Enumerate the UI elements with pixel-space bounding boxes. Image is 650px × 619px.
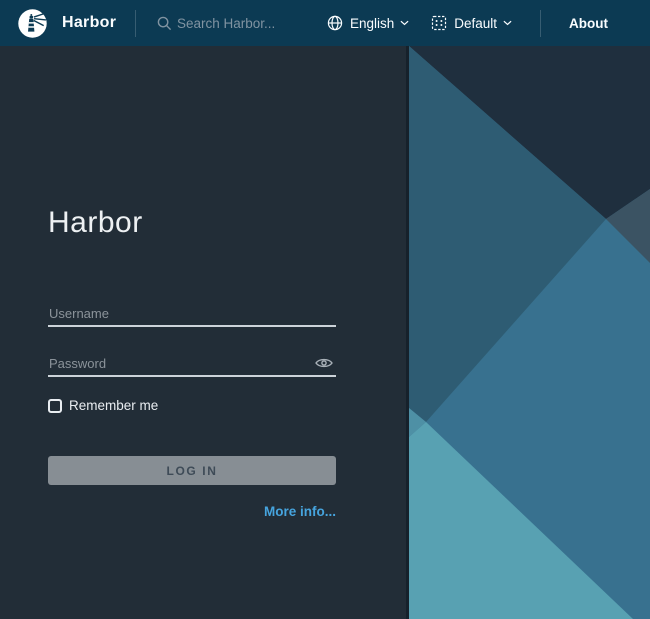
header-divider: [135, 10, 136, 37]
log-in-button[interactable]: LOG IN: [48, 456, 336, 485]
global-search: [157, 16, 327, 31]
password-field-wrap: [48, 352, 336, 377]
decorative-background-panel: [409, 46, 650, 619]
more-info-row: More info...: [48, 503, 336, 521]
page-title: Harbor: [48, 206, 143, 240]
globe-icon: [327, 15, 343, 31]
search-icon: [157, 16, 172, 31]
language-label: English: [350, 16, 394, 31]
chevron-down-icon: [400, 20, 409, 26]
language-dropdown[interactable]: English: [327, 15, 409, 31]
header-actions: English Default About: [327, 10, 650, 37]
theme-label: Default: [454, 16, 497, 31]
username-field-wrap: [48, 302, 336, 327]
theme-dropdown[interactable]: Default: [431, 15, 512, 31]
remember-me-label: Remember me: [69, 398, 158, 413]
username-input[interactable]: [48, 302, 336, 325]
remember-me-checkbox[interactable]: [48, 399, 62, 413]
top-navbar: Harbor English: [0, 0, 650, 46]
about-link[interactable]: About: [569, 16, 608, 31]
eye-icon: [315, 357, 333, 369]
harbor-lighthouse-logo-icon: [17, 8, 48, 39]
header-divider: [540, 10, 541, 37]
login-panel: Harbor Remember me LOG IN More: [0, 46, 409, 619]
search-input[interactable]: [177, 16, 327, 31]
chevron-down-icon: [503, 20, 512, 26]
brand-home-link[interactable]: Harbor: [0, 8, 135, 39]
main-area: Harbor Remember me LOG IN More: [0, 46, 650, 619]
remember-me-row: Remember me: [48, 398, 158, 413]
harbor-login-page: Harbor English: [0, 0, 650, 619]
more-info-link[interactable]: More info...: [264, 504, 336, 519]
triangle-artwork: [409, 46, 650, 619]
theme-icon: [431, 15, 447, 31]
password-visibility-toggle[interactable]: [314, 355, 334, 371]
brand-title: Harbor: [62, 14, 116, 32]
password-input[interactable]: [48, 352, 336, 375]
